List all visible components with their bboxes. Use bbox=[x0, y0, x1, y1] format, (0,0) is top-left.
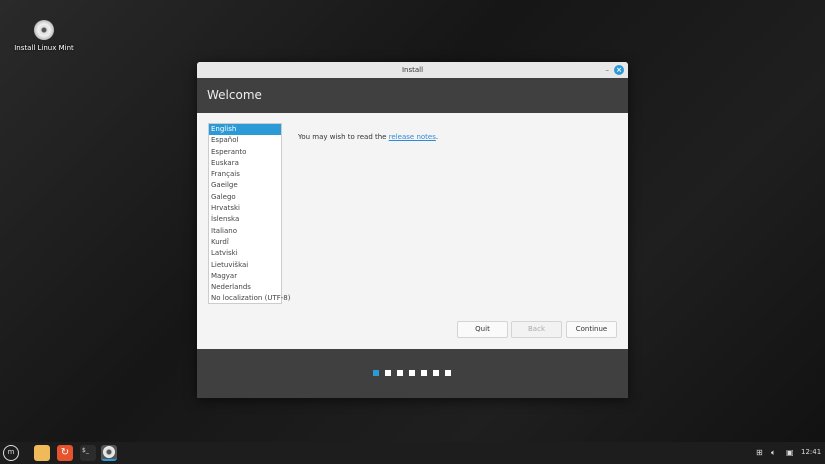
language-item[interactable]: Kurdî bbox=[209, 237, 281, 248]
content-area: English Español Esperanto Euskara Français Ga… bbox=[197, 113, 628, 349]
close-button[interactable]: × bbox=[614, 65, 624, 75]
language-item[interactable]: Lietuviškai bbox=[209, 260, 281, 271]
language-item[interactable]: Íslenska bbox=[209, 214, 281, 225]
progress-step-dot bbox=[445, 370, 451, 376]
language-item[interactable]: Hrvatski bbox=[209, 203, 281, 214]
language-item[interactable]: Latviski bbox=[209, 248, 281, 259]
cd-icon bbox=[34, 20, 54, 40]
notes-suffix: . bbox=[435, 133, 439, 141]
language-list[interactable]: English Español Esperanto Euskara Français Ga… bbox=[208, 123, 290, 304]
language-item[interactable]: Galego bbox=[209, 192, 281, 203]
language-item[interactable]: Italiano bbox=[209, 226, 281, 237]
progress-step-dot bbox=[385, 370, 391, 376]
notes-prefix: You may wish to read the bbox=[298, 133, 389, 141]
cd-icon bbox=[103, 446, 115, 458]
language-item[interactable]: Español bbox=[209, 135, 281, 146]
progress-step-dot bbox=[397, 370, 403, 376]
terminal-icon[interactable]: $_ bbox=[80, 445, 96, 461]
window-title: Install bbox=[401, 66, 424, 74]
release-notes-link[interactable]: release notes bbox=[389, 133, 436, 141]
language-item[interactable]: English bbox=[209, 124, 281, 136]
desktop-icon-label: Install Linux Mint bbox=[14, 44, 74, 52]
release-notes-text: You may wish to read the release notes. bbox=[298, 133, 438, 141]
desktop-icon-install-linux-mint[interactable]: Install Linux Mint bbox=[12, 20, 76, 52]
language-item[interactable]: No localization (UTF-8) bbox=[209, 293, 290, 304]
language-item[interactable]: Magyar bbox=[209, 271, 281, 282]
minimize-button[interactable]: – bbox=[606, 62, 610, 78]
quit-button[interactable]: Quit bbox=[457, 321, 508, 338]
mint-menu-icon[interactable]: m bbox=[3, 445, 19, 461]
language-item[interactable]: Euskara bbox=[209, 158, 281, 169]
title-bar[interactable]: Install – × bbox=[197, 62, 628, 78]
clock[interactable]: 12:41 bbox=[801, 448, 821, 456]
language-item[interactable]: Français bbox=[209, 169, 281, 180]
continue-button[interactable]: Continue bbox=[566, 321, 617, 338]
installer-taskbar-icon[interactable] bbox=[101, 445, 117, 461]
language-item[interactable]: Esperanto bbox=[209, 147, 281, 158]
back-button[interactable]: Back bbox=[511, 321, 562, 338]
page-header: Welcome bbox=[197, 78, 628, 113]
progress-step-dot bbox=[421, 370, 427, 376]
install-window: Install – × Welcome English Español Espera… bbox=[197, 62, 628, 398]
progress-step-dot bbox=[433, 370, 439, 376]
clipboard-icon[interactable]: ▣ bbox=[786, 448, 794, 457]
taskbar: m ↻ $_ ⊞ 🔈︎ ▣ 12:41 bbox=[0, 442, 825, 464]
progress-step-dot bbox=[409, 370, 415, 376]
files-icon[interactable] bbox=[34, 445, 50, 461]
volume-icon[interactable]: 🔈︎ bbox=[771, 448, 776, 458]
network-icon[interactable]: ⊞ bbox=[756, 448, 763, 457]
firefox-icon[interactable]: ↻ bbox=[57, 445, 73, 461]
page-title: Welcome bbox=[207, 88, 262, 102]
language-item[interactable]: Nederlands bbox=[209, 282, 281, 293]
language-item[interactable]: Gaeilge bbox=[209, 180, 281, 191]
progress-footer bbox=[197, 349, 628, 398]
progress-step-dot bbox=[373, 370, 379, 376]
